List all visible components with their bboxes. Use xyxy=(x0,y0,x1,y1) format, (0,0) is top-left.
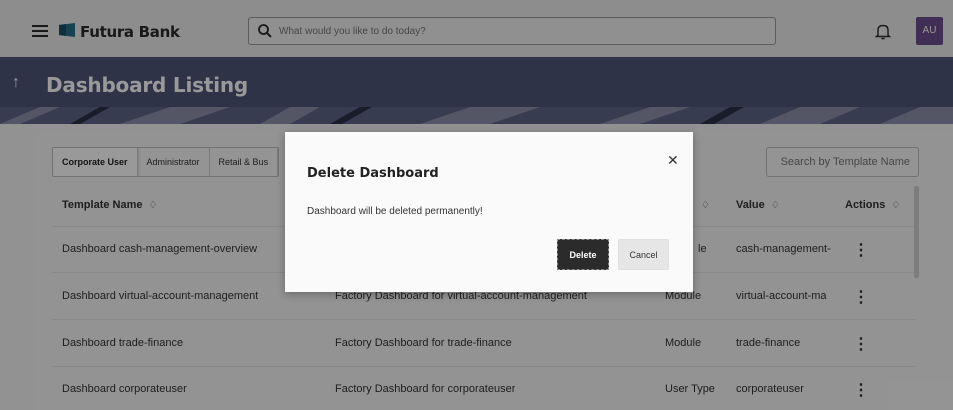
cancel-button[interactable]: Cancel xyxy=(618,239,669,270)
delete-button[interactable]: Delete xyxy=(557,239,609,270)
dialog-title: Delete Dashboard xyxy=(307,166,439,181)
dialog-message: Dashboard will be deleted permanently! xyxy=(307,206,483,217)
delete-dashboard-dialog: Delete Dashboard ✕ Dashboard will be del… xyxy=(285,132,693,292)
close-icon[interactable]: ✕ xyxy=(667,152,679,169)
